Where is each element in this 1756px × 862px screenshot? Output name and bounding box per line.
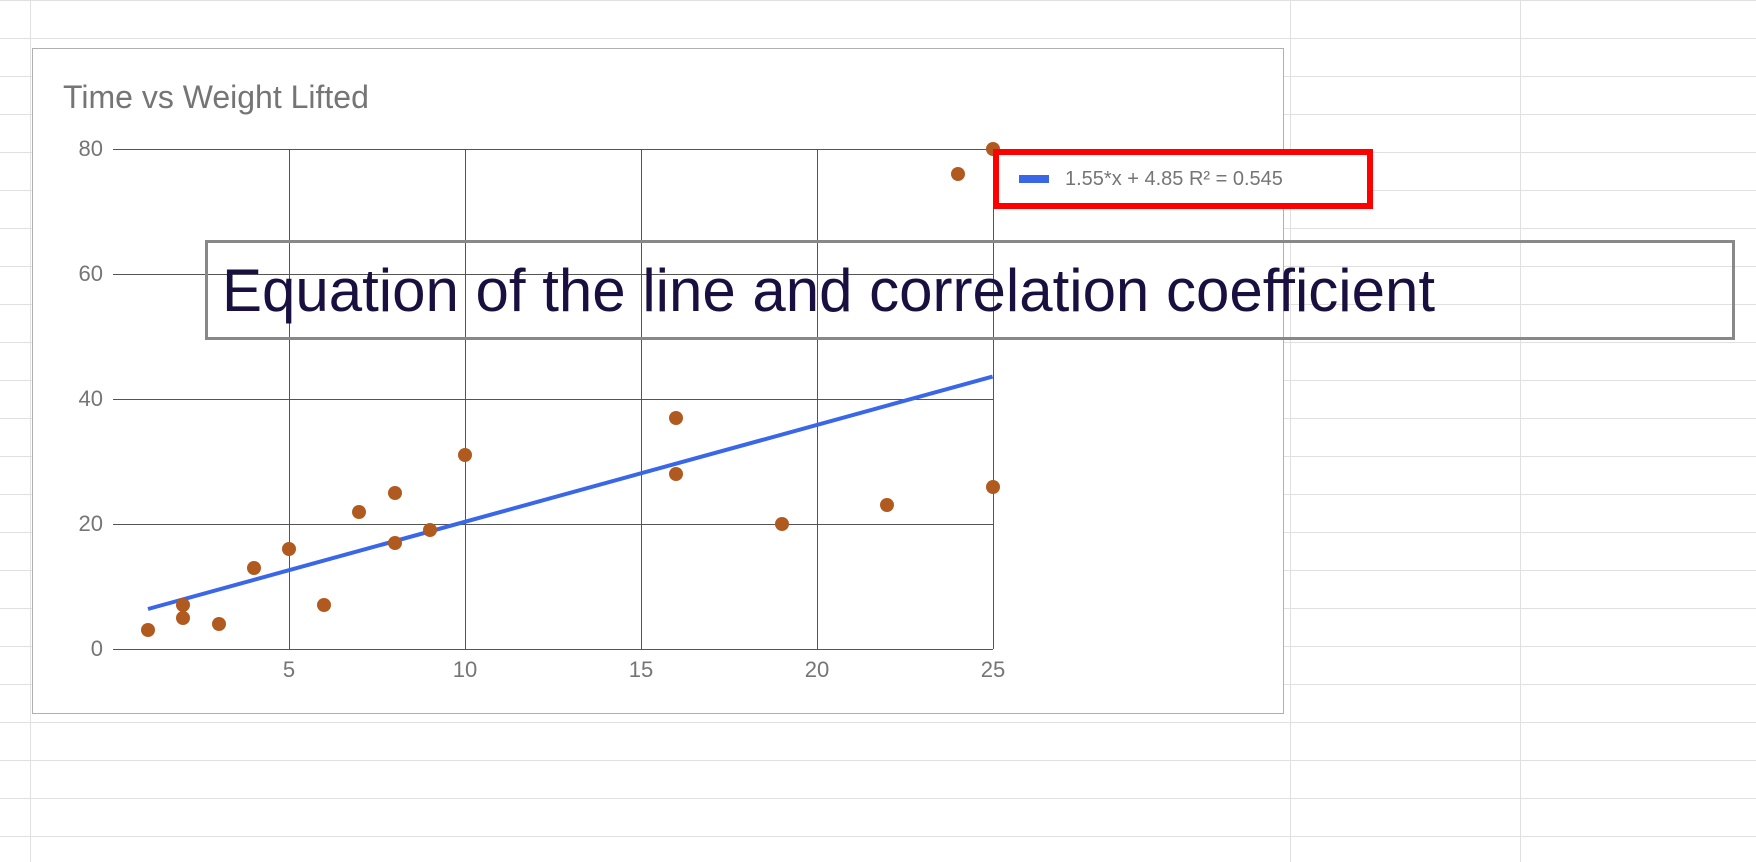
y-axis-tick-label: 40 [79,386,103,412]
data-point [176,611,190,625]
y-axis-tick-label: 80 [79,136,103,162]
y-axis-tick-label: 20 [79,511,103,537]
data-point [775,517,789,531]
annotation-text: Equation of the line and correlation coe… [222,256,1435,325]
data-point [141,623,155,637]
chart-title: Time vs Weight Lifted [63,79,369,116]
data-point [282,542,296,556]
plot-area: 020406080510152025 [113,149,993,649]
data-point [317,598,331,612]
data-point [669,467,683,481]
x-axis-tick-label: 25 [981,657,1005,683]
data-point [458,448,472,462]
chart-gridline-vertical [817,149,818,649]
chart-gridline-horizontal [113,149,993,150]
trendline [148,375,994,611]
chart-gridline-horizontal [113,399,993,400]
chart-gridline-vertical [641,149,642,649]
data-point [986,480,1000,494]
chart-gridline-vertical [465,149,466,649]
chart-gridline-horizontal [113,649,993,650]
data-point [388,486,402,500]
x-axis-tick-label: 10 [453,657,477,683]
data-point [880,498,894,512]
trendline-legend-highlight: 1.55*x + 4.85 R² = 0.545 [993,149,1373,209]
x-axis-tick-label: 5 [283,657,295,683]
y-axis-tick-label: 60 [79,261,103,287]
data-point [388,536,402,550]
data-point [212,617,226,631]
x-axis-tick-label: 20 [805,657,829,683]
chart-container[interactable]: Time vs Weight Lifted 020406080510152025… [32,48,1284,714]
chart-gridline-vertical [289,149,290,649]
chart-gridline-vertical [993,149,994,649]
data-point [247,561,261,575]
data-point [951,167,965,181]
legend-label: 1.55*x + 4.85 R² = 0.545 [1065,168,1283,191]
legend-swatch [1019,175,1049,183]
data-point [669,411,683,425]
data-point [423,523,437,537]
chart-gridline-horizontal [113,524,993,525]
data-point [352,505,366,519]
x-axis-tick-label: 15 [629,657,653,683]
y-axis-tick-label: 0 [91,636,103,662]
annotation-callout: Equation of the line and correlation coe… [205,240,1735,340]
